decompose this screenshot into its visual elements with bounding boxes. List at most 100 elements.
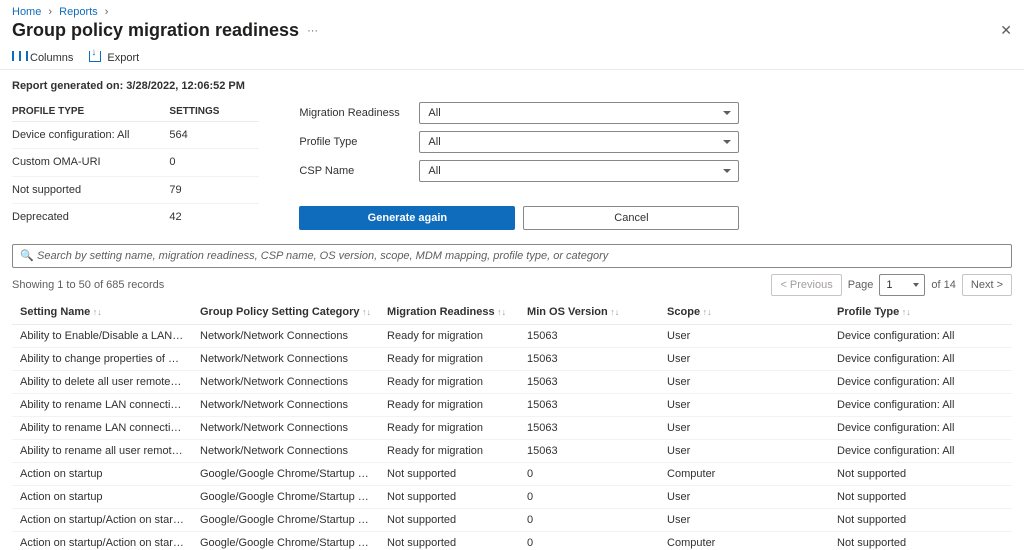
cell-setting-name: Ability to rename all user remote access… — [12, 440, 192, 463]
cell-setting-name: Ability to change properties of an all u… — [12, 348, 192, 371]
page-select[interactable]: 1 — [879, 274, 925, 296]
cell-scope: User — [659, 417, 829, 440]
summary-header-settings: SETTINGS — [169, 102, 259, 122]
page-current: 1 — [879, 274, 925, 296]
cell-category: Network/Network Connections — [192, 371, 379, 394]
summary-table: PROFILE TYPE SETTINGS Device configurati… — [12, 102, 259, 230]
cell-scope: User — [659, 325, 829, 348]
more-icon[interactable]: ··· — [307, 25, 318, 37]
cell-category: Google/Google Chrome/Startup pages — [192, 463, 379, 486]
search-input[interactable] — [12, 244, 1012, 268]
summary-header-profile-type: PROFILE TYPE — [12, 102, 169, 122]
table-row[interactable]: Ability to change properties of an all u… — [12, 348, 1012, 371]
cell-setting-name: Ability to rename LAN connections or rem… — [12, 417, 192, 440]
col-category[interactable]: Group Policy Setting Category — [192, 300, 379, 325]
col-readiness[interactable]: Migration Readiness — [379, 300, 519, 325]
summary-row-label: Deprecated — [12, 203, 169, 230]
cell-scope: User — [659, 371, 829, 394]
table-row[interactable]: Ability to rename LAN connections or rem… — [12, 417, 1012, 440]
export-button[interactable]: Export — [89, 51, 139, 65]
cell-scope: User — [659, 348, 829, 371]
breadcrumb-home[interactable]: Home — [12, 6, 41, 18]
cell-scope: User — [659, 509, 829, 532]
cell-setting-name: Ability to delete all user remote access… — [12, 371, 192, 394]
cell-profile: Device configuration: All — [829, 394, 1012, 417]
toolbar: Columns Export — [0, 47, 1024, 70]
cell-readiness: Ready for migration — [379, 417, 519, 440]
report-generated-label: Report generated on: — [12, 80, 123, 92]
chevron-right-icon: › — [44, 6, 56, 18]
table-row[interactable]: Ability to rename LAN connectionsNetwork… — [12, 394, 1012, 417]
cell-os: 15063 — [519, 417, 659, 440]
table-row[interactable]: Action on startupGoogle/Google Chrome/St… — [12, 463, 1012, 486]
summary-row: Custom OMA-URI0 — [12, 149, 259, 176]
cell-scope: Computer — [659, 532, 829, 550]
filter-csp-name-value: All — [419, 160, 739, 182]
filter-migration-readiness-select[interactable]: All — [419, 102, 739, 124]
cell-os: 0 — [519, 532, 659, 550]
filter-profile-type-value: All — [419, 131, 739, 153]
filter-profile-type-select[interactable]: All — [419, 131, 739, 153]
cell-scope: User — [659, 440, 829, 463]
cell-profile: Device configuration: All — [829, 417, 1012, 440]
sort-icon — [608, 306, 620, 318]
summary-row-value: 79 — [169, 176, 259, 203]
summary-row-value: 42 — [169, 203, 259, 230]
cell-os: 15063 — [519, 348, 659, 371]
table-row[interactable]: Action on startup/Action on startupGoogl… — [12, 532, 1012, 550]
cell-setting-name: Action on startup/Action on startup — [12, 509, 192, 532]
cell-setting-name: Action on startup — [12, 486, 192, 509]
report-generated-value: 3/28/2022, 12:06:52 PM — [126, 80, 245, 92]
filter-csp-name-label: CSP Name — [299, 165, 419, 177]
pager: < Previous Page 1 of 14 Next > — [771, 274, 1012, 296]
generate-again-button[interactable]: Generate again — [299, 206, 515, 230]
cell-scope: User — [659, 486, 829, 509]
summary-row-label: Device configuration: All — [12, 122, 169, 149]
table-row[interactable]: Action on startup/Action on startupGoogl… — [12, 509, 1012, 532]
breadcrumb: Home › Reports › — [0, 0, 1024, 18]
filter-csp-name-select[interactable]: All — [419, 160, 739, 182]
col-os[interactable]: Min OS Version — [519, 300, 659, 325]
cell-setting-name: Ability to Enable/Disable a LAN connecti… — [12, 325, 192, 348]
cell-readiness: Not supported — [379, 486, 519, 509]
cell-os: 15063 — [519, 440, 659, 463]
cell-os: 0 — [519, 509, 659, 532]
close-button[interactable]: ✕ — [1000, 22, 1012, 39]
cell-readiness: Ready for migration — [379, 440, 519, 463]
next-button[interactable]: Next > — [962, 274, 1012, 296]
page-total: of 14 — [931, 279, 955, 291]
summary-row: Not supported79 — [12, 176, 259, 203]
table-row[interactable]: Ability to rename all user remote access… — [12, 440, 1012, 463]
columns-button[interactable]: Columns — [12, 51, 73, 65]
cell-setting-name: Ability to rename LAN connections — [12, 394, 192, 417]
col-scope[interactable]: Scope — [659, 300, 829, 325]
col-profile[interactable]: Profile Type — [829, 300, 1012, 325]
col-setting-name[interactable]: Setting Name — [12, 300, 192, 325]
table-row[interactable]: Action on startupGoogle/Google Chrome/St… — [12, 486, 1012, 509]
table-row[interactable]: Ability to Enable/Disable a LAN connecti… — [12, 325, 1012, 348]
columns-label: Columns — [30, 52, 73, 64]
chevron-right-icon: › — [101, 6, 113, 18]
cell-readiness: Not supported — [379, 509, 519, 532]
sort-icon — [495, 306, 507, 318]
cell-readiness: Not supported — [379, 463, 519, 486]
export-label: Export — [107, 52, 139, 64]
cell-category: Network/Network Connections — [192, 417, 379, 440]
cell-profile: Not supported — [829, 509, 1012, 532]
table-row[interactable]: Ability to delete all user remote access… — [12, 371, 1012, 394]
cancel-button[interactable]: Cancel — [523, 206, 739, 230]
previous-button[interactable]: < Previous — [771, 274, 841, 296]
breadcrumb-reports[interactable]: Reports — [59, 6, 98, 18]
cell-readiness: Ready for migration — [379, 325, 519, 348]
results-table: Setting Name Group Policy Setting Catego… — [12, 300, 1012, 550]
cell-os: 15063 — [519, 325, 659, 348]
cell-readiness: Ready for migration — [379, 348, 519, 371]
cell-os: 15063 — [519, 394, 659, 417]
cell-scope: Computer — [659, 463, 829, 486]
cell-profile: Not supported — [829, 486, 1012, 509]
cell-category: Google/Google Chrome/Startup pages — [192, 532, 379, 550]
filter-migration-readiness-value: All — [419, 102, 739, 124]
cell-readiness: Not supported — [379, 532, 519, 550]
cell-os: 0 — [519, 486, 659, 509]
cell-os: 0 — [519, 463, 659, 486]
